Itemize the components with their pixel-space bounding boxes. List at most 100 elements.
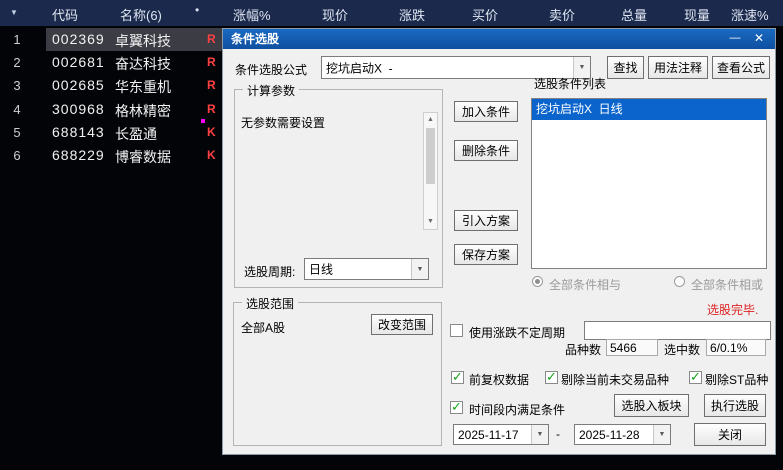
formula-label: 条件选股公式 bbox=[235, 63, 308, 77]
scroll-down-icon[interactable]: ▼ bbox=[424, 215, 437, 229]
date-range-dash: - bbox=[556, 427, 560, 441]
stock-name[interactable]: 奋达科技 bbox=[115, 54, 171, 74]
calc-params-group-label: 计算参数 bbox=[243, 82, 300, 99]
dialog-titlebar[interactable]: 条件选股 — ✕ bbox=[223, 29, 775, 49]
row-index: 5 bbox=[13, 125, 21, 140]
stock-name[interactable]: 格林精密 bbox=[115, 101, 171, 121]
pick-to-board-button[interactable]: 选股入板块 bbox=[614, 394, 689, 417]
close-button[interactable]: 关闭 bbox=[694, 423, 766, 446]
sort-arrow-icon[interactable]: ▼ bbox=[10, 8, 18, 17]
selected-count-field: 6/0.1% bbox=[706, 339, 766, 356]
stock-picker-dialog: 条件选股 — ✕ 条件选股公式 挖坑启动X - ▼ 查找 用法注释 查看公式 计… bbox=[222, 28, 776, 455]
radio-all-and[interactable] bbox=[532, 276, 543, 287]
stock-table-header: ▼ 代码 名称(6) • 涨幅% 现价 涨跌 买价 卖价 总量 现量 涨速% bbox=[0, 0, 783, 26]
stock-flag: K bbox=[207, 148, 216, 162]
stock-code[interactable]: 002685 bbox=[52, 77, 105, 93]
header-price[interactable]: 现价 bbox=[322, 5, 348, 24]
dialog-title: 条件选股 bbox=[231, 32, 280, 46]
find-button[interactable]: 查找 bbox=[607, 56, 644, 79]
stock-flag: R bbox=[207, 78, 216, 92]
usage-notes-button[interactable]: 用法注释 bbox=[648, 56, 708, 79]
change-range-button[interactable]: 改变范围 bbox=[371, 314, 433, 335]
table-row[interactable]: 5 688143 长盈通 K bbox=[0, 119, 222, 144]
scrollbar-thumb[interactable] bbox=[426, 128, 435, 184]
period-label: 选股周期: bbox=[244, 265, 296, 279]
table-row[interactable]: 6 688229 博睿数据 K bbox=[0, 144, 222, 167]
condition-listbox[interactable]: 挖坑启动X 日线 bbox=[531, 98, 767, 269]
condition-list-label: 选股条件列表 bbox=[534, 77, 607, 91]
stock-flag: R bbox=[207, 32, 216, 46]
header-code[interactable]: 代码 bbox=[52, 5, 78, 24]
table-row[interactable]: 4 300968 格林精密 R bbox=[0, 98, 222, 121]
row-index: 6 bbox=[13, 148, 21, 163]
stock-flag: R bbox=[207, 55, 216, 69]
exclude-untraded-label: 剔除当前未交易品种 bbox=[561, 373, 670, 387]
calc-params-group: 计算参数 无参数需要设置 ▲ ▼ 选股周期: 日线 ▼ bbox=[234, 82, 443, 288]
header-change[interactable]: 涨跌 bbox=[399, 5, 425, 24]
stock-name[interactable]: 卓翼科技 bbox=[115, 31, 171, 51]
table-row[interactable]: 3 002685 华东重机 R bbox=[0, 74, 222, 97]
date-from-value: 2025-11-17 bbox=[458, 427, 519, 442]
table-row[interactable]: 1 002369 卓翼科技 R bbox=[0, 28, 222, 51]
date-to-combobox[interactable]: 2025-11-28 ▼ bbox=[574, 424, 671, 445]
no-params-text: 无参数需要设置 bbox=[241, 116, 326, 130]
time-range-checkbox[interactable]: ✓ bbox=[450, 399, 463, 414]
variable-period-checkbox[interactable] bbox=[450, 324, 463, 337]
header-cur-volume[interactable]: 现量 bbox=[684, 5, 710, 24]
stock-code[interactable]: 688229 bbox=[52, 147, 105, 163]
minimize-icon[interactable]: — bbox=[725, 29, 745, 49]
stock-name[interactable]: 长盈通 bbox=[115, 124, 157, 144]
variable-period-input[interactable] bbox=[584, 321, 771, 340]
close-icon[interactable]: ✕ bbox=[749, 29, 769, 49]
stock-flag: R bbox=[207, 102, 216, 116]
header-volume[interactable]: 总量 bbox=[621, 5, 647, 24]
condition-list-item[interactable]: 挖坑启动X 日线 bbox=[532, 99, 766, 120]
exclude-st-checkbox[interactable]: ✓ bbox=[689, 369, 702, 384]
chevron-down-icon[interactable]: ▼ bbox=[411, 259, 428, 279]
app-window: ▼ 代码 名称(6) • 涨幅% 现价 涨跌 买价 卖价 总量 现量 涨速% 1… bbox=[0, 0, 783, 470]
check-icon: ✓ bbox=[451, 399, 462, 414]
header-speed[interactable]: 涨速% bbox=[731, 5, 769, 24]
stock-code[interactable]: 002681 bbox=[52, 54, 105, 70]
row-index: 3 bbox=[13, 78, 21, 93]
chevron-down-icon[interactable]: ▼ bbox=[531, 425, 548, 444]
save-plan-button[interactable]: 保存方案 bbox=[454, 244, 518, 265]
forward-adjusted-label: 前复权数据 bbox=[469, 373, 530, 387]
header-pct[interactable]: 涨幅% bbox=[233, 5, 271, 24]
table-row[interactable]: 2 002681 奋达科技 R bbox=[0, 51, 222, 74]
range-group: 选股范围 全部A股 改变范围 bbox=[233, 295, 442, 446]
row-index: 1 bbox=[13, 32, 21, 47]
execute-button[interactable]: 执行选股 bbox=[704, 394, 766, 417]
formula-value: 挖坑启动X - bbox=[326, 61, 393, 75]
stock-code[interactable]: 002369 bbox=[52, 31, 105, 47]
date-from-combobox[interactable]: 2025-11-17 ▼ bbox=[453, 424, 549, 445]
range-group-label: 选股范围 bbox=[242, 295, 299, 312]
radio-all-or[interactable] bbox=[674, 276, 685, 287]
check-icon: ✓ bbox=[546, 369, 557, 384]
header-bid[interactable]: 买价 bbox=[472, 5, 498, 24]
header-name[interactable]: 名称(6) bbox=[120, 5, 162, 24]
view-formula-button[interactable]: 查看公式 bbox=[712, 56, 770, 79]
date-to-value: 2025-11-28 bbox=[579, 427, 640, 442]
row-index: 4 bbox=[13, 102, 21, 117]
status-done-text: 选股完毕. bbox=[707, 303, 759, 317]
radio-dot bbox=[535, 279, 540, 284]
remove-condition-button[interactable]: 删除条件 bbox=[454, 140, 518, 161]
selected-count-label: 选中数 bbox=[664, 343, 701, 357]
import-plan-button[interactable]: 引入方案 bbox=[454, 210, 518, 231]
stock-name[interactable]: 华东重机 bbox=[115, 77, 171, 97]
check-icon: ✓ bbox=[690, 369, 701, 384]
stock-code[interactable]: 688143 bbox=[52, 124, 105, 140]
exclude-untraded-checkbox[interactable]: ✓ bbox=[545, 369, 558, 384]
stock-name[interactable]: 博睿数据 bbox=[115, 147, 171, 167]
period-combobox[interactable]: 日线 ▼ bbox=[304, 258, 429, 280]
stock-code[interactable]: 300968 bbox=[52, 101, 105, 117]
chevron-down-icon[interactable]: ▼ bbox=[653, 425, 670, 444]
forward-adjusted-checkbox[interactable]: ✓ bbox=[451, 369, 464, 384]
row-index: 2 bbox=[13, 55, 21, 70]
params-scrollbar[interactable]: ▲ ▼ bbox=[423, 112, 438, 230]
header-ask[interactable]: 卖价 bbox=[549, 5, 575, 24]
scroll-up-icon[interactable]: ▲ bbox=[424, 113, 437, 127]
exclude-st-label: 剔除ST品种 bbox=[705, 373, 769, 387]
add-condition-button[interactable]: 加入条件 bbox=[454, 101, 518, 122]
